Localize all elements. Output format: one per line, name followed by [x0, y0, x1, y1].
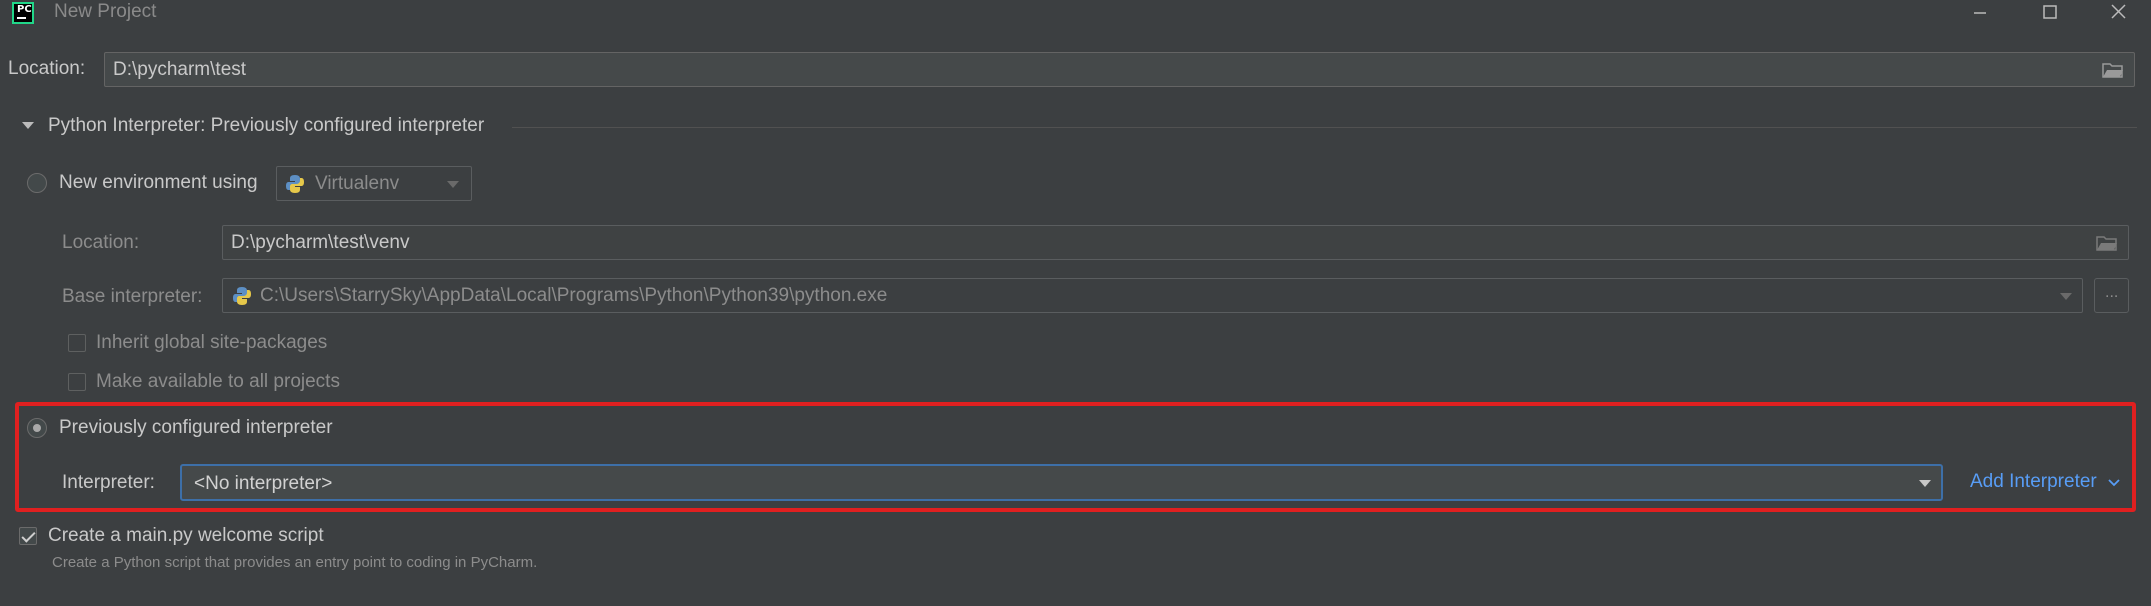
browse-base-interpreter-button[interactable]: ...	[2094, 278, 2129, 313]
make-available-checkbox[interactable]	[68, 373, 86, 391]
python-icon	[233, 287, 251, 305]
window-title: New Project	[54, 1, 157, 22]
interpreter-section-title[interactable]: Python Interpreter: Previously configure…	[48, 115, 484, 137]
welcome-script-checkbox[interactable]	[19, 527, 37, 545]
section-divider	[512, 127, 2137, 128]
chevron-down-icon	[2060, 293, 2072, 300]
pycharm-logo-icon: PC	[12, 2, 34, 24]
chevron-down-icon	[447, 181, 459, 188]
add-interpreter-label: Add Interpreter	[1970, 471, 2097, 492]
venv-location-input[interactable]: D:\pycharm\test\venv	[222, 225, 2129, 260]
interpreter-select[interactable]: <No interpreter>	[180, 464, 1943, 501]
interpreter-label: Interpreter:	[62, 472, 155, 493]
chevron-down-icon	[2108, 479, 2120, 487]
base-interpreter-select[interactable]: C:\Users\StarrySky\AppData\Local\Program…	[222, 278, 2083, 313]
project-location-input[interactable]: D:\pycharm\test	[104, 52, 2135, 87]
minimize-button[interactable]	[1950, 0, 2010, 28]
minimize-icon	[1974, 12, 1986, 14]
collapse-toggle[interactable]	[22, 122, 34, 129]
inherit-site-packages-checkbox[interactable]	[68, 334, 86, 352]
previous-interpreter-radio[interactable]	[27, 418, 47, 438]
triangle-down-icon	[22, 122, 34, 129]
chevron-down-icon	[1919, 480, 1931, 487]
close-icon	[2111, 4, 2126, 19]
inherit-site-packages-label: Inherit global site-packages	[96, 332, 328, 353]
close-button[interactable]	[2088, 0, 2148, 28]
maximize-icon	[2043, 5, 2057, 19]
maximize-button[interactable]	[2020, 0, 2080, 28]
make-available-label: Make available to all projects	[96, 371, 340, 392]
python-icon	[286, 175, 304, 193]
base-interpreter-label: Base interpreter:	[62, 286, 203, 307]
folder-icon[interactable]	[2102, 62, 2124, 78]
new-environment-radio[interactable]	[27, 173, 47, 193]
venv-location-label: Location:	[62, 232, 140, 253]
environment-tool-value: Virtualenv	[315, 173, 400, 194]
base-interpreter-value: C:\Users\StarrySky\AppData\Local\Program…	[260, 285, 888, 306]
add-interpreter-link[interactable]: Add Interpreter	[1970, 471, 2121, 493]
new-environment-label[interactable]: New environment using	[59, 172, 258, 194]
previous-interpreter-label[interactable]: Previously configured interpreter	[59, 417, 333, 439]
environment-tool-select[interactable]: Virtualenv	[276, 166, 472, 201]
welcome-script-description: Create a Python script that provides an …	[52, 554, 538, 571]
project-location-value: D:\pycharm\test	[113, 58, 247, 80]
venv-location-value: D:\pycharm\test\venv	[231, 231, 410, 253]
interpreter-value: <No interpreter>	[194, 473, 333, 494]
project-location-label: Location:	[8, 58, 86, 79]
welcome-script-label[interactable]: Create a main.py welcome script	[48, 525, 324, 547]
folder-icon[interactable]	[2096, 235, 2118, 251]
title-bar: PC New Project	[0, 0, 2151, 28]
